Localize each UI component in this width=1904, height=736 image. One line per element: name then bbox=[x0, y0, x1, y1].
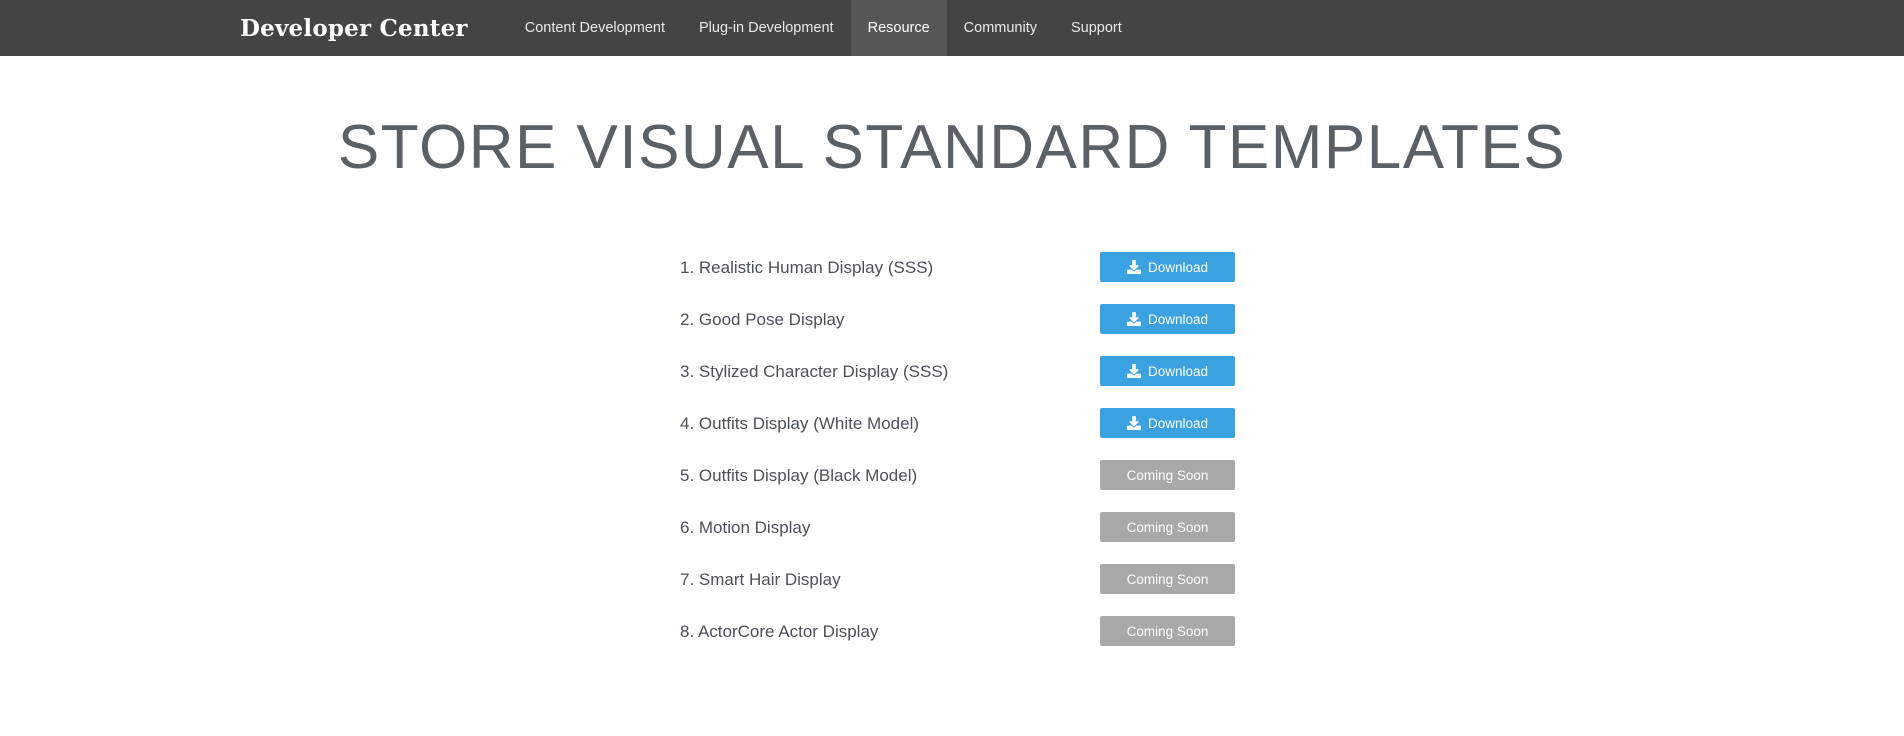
button-label: Download bbox=[1147, 363, 1209, 379]
main-navigation: Content Development Plug-in Development Re… bbox=[508, 0, 1139, 56]
template-action: Coming Soon bbox=[1100, 564, 1235, 595]
download-button[interactable]: Download bbox=[1100, 356, 1235, 387]
download-button[interactable]: Download bbox=[1100, 408, 1235, 439]
nav-item-community[interactable]: Community bbox=[947, 0, 1054, 56]
template-row: 7. Smart Hair Display Coming Soon bbox=[0, 553, 1904, 605]
header-inner: Developer Center Content Development Plug… bbox=[240, 0, 1139, 56]
download-icon bbox=[1126, 416, 1141, 431]
page-title: STORE VISUAL STANDARD TEMPLATES bbox=[337, 113, 1567, 182]
template-row: 5. Outfits Display (Black Model) Coming S… bbox=[0, 449, 1904, 501]
nav-item-content-development[interactable]: Content Development bbox=[508, 0, 682, 56]
template-row: 3. Stylized Character Display (SSS) Downl… bbox=[0, 345, 1904, 397]
template-row: 1. Realistic Human Display (SSS) Download bbox=[0, 241, 1904, 293]
button-label: Download bbox=[1147, 259, 1209, 275]
brand-logo[interactable]: Developer Center bbox=[240, 0, 468, 56]
template-action: Download bbox=[1100, 252, 1235, 283]
template-list: 1. Realistic Human Display (SSS) Download… bbox=[0, 241, 1904, 657]
template-action: Download bbox=[1100, 304, 1235, 335]
template-label: 2. Good Pose Display bbox=[680, 309, 845, 329]
template-action: Coming Soon bbox=[1100, 616, 1235, 647]
template-label: 5. Outfits Display (Black Model) bbox=[680, 465, 918, 485]
template-row: 6. Motion Display Coming Soon bbox=[0, 501, 1904, 553]
site-header: Developer Center Content Development Plug… bbox=[0, 0, 1904, 56]
download-icon bbox=[1126, 364, 1141, 379]
download-button[interactable]: Download bbox=[1100, 304, 1235, 335]
nav-item-plug-in-development[interactable]: Plug-in Development bbox=[682, 0, 851, 56]
button-label: Coming Soon bbox=[1126, 467, 1209, 483]
download-icon bbox=[1126, 312, 1141, 327]
coming-soon-button: Coming Soon bbox=[1100, 564, 1235, 595]
coming-soon-button: Coming Soon bbox=[1100, 512, 1235, 543]
button-label: Download bbox=[1147, 415, 1209, 431]
template-label: 7. Smart Hair Display bbox=[680, 569, 841, 589]
template-label: 8. ActorCore Actor Display bbox=[680, 621, 879, 641]
template-row: 2. Good Pose Display Download bbox=[0, 293, 1904, 345]
template-label: 1. Realistic Human Display (SSS) bbox=[680, 257, 934, 277]
button-label: Coming Soon bbox=[1126, 571, 1209, 587]
download-icon bbox=[1126, 260, 1141, 275]
button-label: Coming Soon bbox=[1126, 623, 1209, 639]
template-action: Coming Soon bbox=[1100, 512, 1235, 543]
nav-item-resource[interactable]: Resource bbox=[850, 0, 947, 56]
template-action: Download bbox=[1100, 408, 1235, 439]
button-label: Download bbox=[1147, 311, 1209, 327]
template-label: 6. Motion Display bbox=[680, 517, 811, 537]
template-row: 4. Outfits Display (White Model) Download bbox=[0, 397, 1904, 449]
page-main: STORE VISUAL STANDARD TEMPLATES 1. Reali… bbox=[0, 56, 1904, 657]
download-button[interactable]: Download bbox=[1100, 252, 1235, 283]
template-label: 4. Outfits Display (White Model) bbox=[680, 413, 920, 433]
template-label: 3. Stylized Character Display (SSS) bbox=[680, 361, 949, 381]
button-label: Coming Soon bbox=[1126, 519, 1209, 535]
coming-soon-button: Coming Soon bbox=[1100, 460, 1235, 491]
template-action: Coming Soon bbox=[1100, 460, 1235, 491]
template-action: Download bbox=[1100, 356, 1235, 387]
template-row: 8. ActorCore Actor Display Coming Soon bbox=[0, 605, 1904, 657]
nav-item-support[interactable]: Support bbox=[1054, 0, 1139, 56]
coming-soon-button: Coming Soon bbox=[1100, 616, 1235, 647]
